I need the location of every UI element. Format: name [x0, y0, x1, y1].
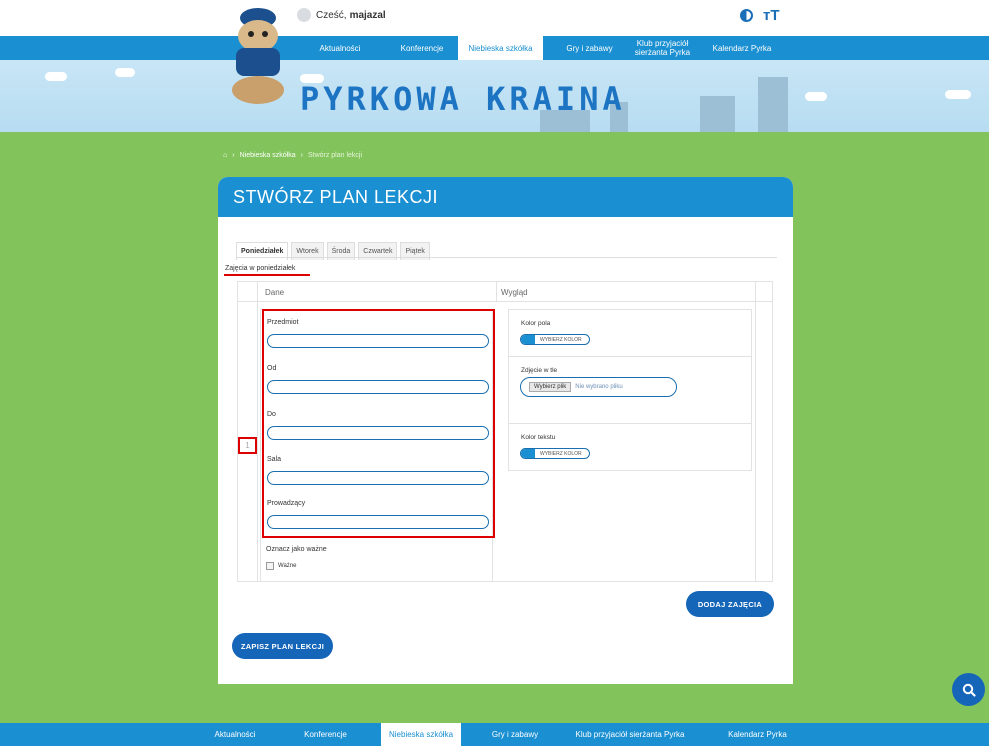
- footer-item-klub[interactable]: Klub przyjaciół sierżanta Pyrka: [555, 723, 705, 746]
- nav-item-gry-i-zabawy[interactable]: Gry i zabawy: [557, 36, 622, 60]
- lesson-fields-group: Przedmiot Od Do Sala Prowadzący: [262, 309, 495, 538]
- nav-item-aktualnosci[interactable]: Aktualności: [305, 36, 375, 60]
- nav-item-kalendarz[interactable]: Kalendarz Pyrka: [702, 36, 782, 60]
- do-input[interactable]: [267, 426, 489, 440]
- footer-item-aktualnosci[interactable]: Aktualności: [200, 723, 270, 746]
- checkbox-label: Ważne: [278, 563, 297, 569]
- checkbox-box[interactable]: [266, 562, 274, 570]
- field-label: Do: [267, 411, 276, 418]
- choose-color-label: WYBIERZ KOLOR: [540, 336, 582, 343]
- breadcrumb-item-current: Stwórz plan lekcji: [307, 152, 363, 159]
- cloud: [945, 90, 971, 99]
- top-bar: Cześć, majazal ᴛT: [0, 0, 989, 36]
- bg-image-section: Zdjęcie w tle Wybierz plik Nie wybrano p…: [509, 357, 751, 424]
- field-przedmiot: Przedmiot: [267, 319, 489, 348]
- greeting-text: Cześć,: [316, 9, 347, 21]
- text-color-picker[interactable]: WYBIERZ KOLOR: [520, 448, 590, 459]
- lessons-table: Dane Wygląd 1 Przedmiot Od Do Sala Prowa…: [237, 281, 773, 582]
- day-label-underline: [224, 274, 310, 276]
- text-color-label: Kolor tekstu: [521, 434, 556, 441]
- row-number: 1: [238, 437, 257, 454]
- breadcrumb-separator: ›: [232, 152, 235, 159]
- avatar: [297, 8, 311, 22]
- footer-item-niebieska-szkolka[interactable]: Niebieska szkółka: [381, 723, 461, 746]
- field-color-label: Kolor pola: [521, 320, 551, 327]
- color-swatch: [521, 449, 535, 458]
- table-header: Dane Wygląd: [238, 282, 772, 302]
- field-do: Do: [267, 411, 489, 440]
- cloud: [115, 68, 135, 77]
- cloud: [45, 72, 67, 81]
- field-prowadzacy: Prowadzący: [267, 500, 489, 529]
- city-skyline: [700, 96, 735, 132]
- tab-divider: [236, 257, 777, 258]
- sala-input[interactable]: [267, 471, 489, 485]
- important-checkbox[interactable]: Ważne: [266, 562, 296, 570]
- footer-nav: Aktualności Konferencje Niebieska szkółk…: [0, 723, 989, 746]
- field-color-picker[interactable]: WYBIERZ KOLOR: [520, 334, 590, 345]
- choose-color-label: WYBIERZ KOLOR: [540, 450, 582, 457]
- lesson-plan-card: STWÓRZ PLAN LEKCJI Poniedziałek Wtorek Ś…: [218, 177, 793, 684]
- important-label: Oznacz jako ważne: [266, 546, 327, 553]
- footer-item-kalendarz[interactable]: Kalendarz Pyrka: [715, 723, 800, 746]
- footer-item-gry-i-zabawy[interactable]: Gry i zabawy: [480, 723, 550, 746]
- banner-title: PYRKOWA KRAINA: [300, 80, 626, 118]
- cloud: [805, 92, 827, 101]
- nav-item-niebieska-szkolka[interactable]: Niebieska szkółka: [458, 36, 543, 60]
- file-input[interactable]: Wybierz plik Nie wybrano pliku: [520, 377, 677, 397]
- choose-file-button[interactable]: Wybierz plik: [529, 382, 572, 392]
- breadcrumb: ⌂ › Niebieska szkółka › Stwórz plan lekc…: [223, 152, 362, 159]
- column-header-wyglad: Wygląd: [501, 288, 528, 297]
- footer-item-konferencje[interactable]: Konferencje: [288, 723, 363, 746]
- field-label: Sala: [267, 456, 282, 463]
- no-file-text: Nie wybrano pliku: [575, 384, 623, 390]
- city-skyline: [758, 77, 788, 132]
- divider: [755, 282, 756, 581]
- field-color-section: Kolor pola WYBIERZ KOLOR: [509, 310, 751, 357]
- day-section-label: Zajęcia w poniedziałek: [225, 265, 296, 272]
- breadcrumb-separator: ›: [300, 152, 303, 159]
- divider: [496, 282, 497, 302]
- column-header-dane: Dane: [265, 288, 285, 297]
- prowadzacy-input[interactable]: [267, 515, 489, 529]
- field-label: Prowadzący: [267, 500, 306, 507]
- breadcrumb-item-niebieska-szkolka[interactable]: Niebieska szkółka: [240, 152, 296, 159]
- divider: [257, 282, 258, 581]
- od-input[interactable]: [267, 380, 489, 394]
- home-icon[interactable]: ⌂: [223, 152, 227, 159]
- mascot-logo[interactable]: [226, 6, 290, 106]
- bg-image-label: Zdjęcie w tle: [521, 367, 558, 374]
- contrast-icon[interactable]: [740, 9, 753, 22]
- add-lesson-button[interactable]: DODAJ ZAJĘCIA: [686, 591, 774, 617]
- page-title: STWÓRZ PLAN LEKCJI: [218, 177, 793, 217]
- search-icon: [962, 683, 976, 697]
- color-swatch: [521, 335, 535, 344]
- username: majazal: [349, 9, 386, 21]
- save-plan-button[interactable]: ZAPISZ PLAN LEKCJI: [232, 633, 333, 659]
- site-banner: PYRKOWA KRAINA: [0, 60, 989, 132]
- field-sala: Sala: [267, 456, 489, 485]
- font-size-icon[interactable]: ᴛT: [763, 7, 780, 24]
- nav-item-klub[interactable]: Klub przyjaciół sierżanta Pyrka: [625, 36, 700, 60]
- przedmiot-input[interactable]: [267, 334, 489, 348]
- accessibility-tools: ᴛT: [740, 7, 780, 24]
- main-nav: Aktualności Konferencje Niebieska szkółk…: [0, 36, 989, 60]
- appearance-panel: Kolor pola WYBIERZ KOLOR Zdjęcie w tle W…: [508, 309, 752, 471]
- field-od: Od: [267, 365, 489, 394]
- field-label: Przedmiot: [267, 319, 299, 326]
- user-greeting[interactable]: Cześć, majazal: [297, 8, 386, 22]
- text-color-section: Kolor tekstu WYBIERZ KOLOR: [509, 424, 751, 470]
- nav-item-konferencje[interactable]: Konferencje: [388, 36, 456, 60]
- field-label: Od: [267, 365, 277, 372]
- search-button[interactable]: [952, 673, 985, 706]
